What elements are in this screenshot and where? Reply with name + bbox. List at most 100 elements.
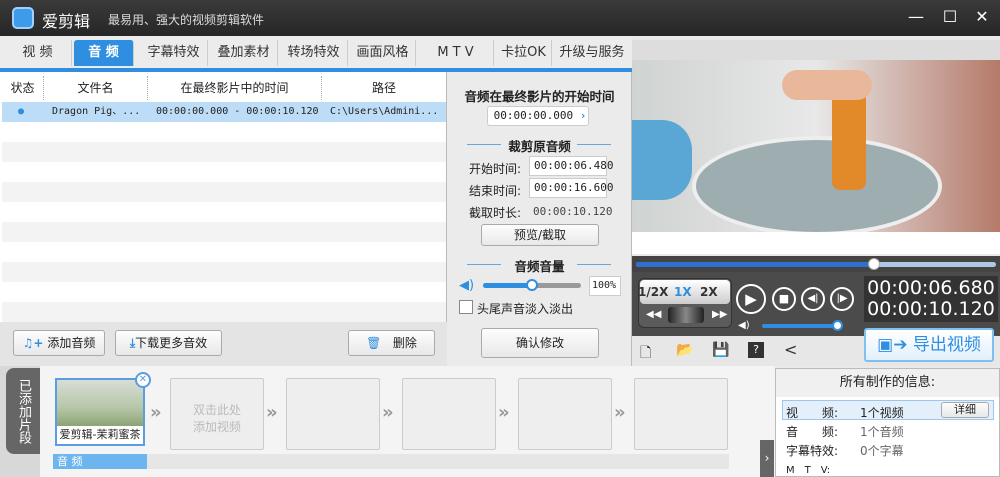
fade-checkbox[interactable] (459, 300, 473, 314)
empty-clip-slot[interactable] (402, 378, 496, 450)
player-volume-slider[interactable] (762, 320, 843, 331)
trim-start-input[interactable]: 00:00:06.480 (529, 156, 613, 176)
clip-name: 爱剪辑-茉莉蜜茶 (59, 428, 141, 441)
music-add-icon: ♫+ (22, 336, 44, 350)
collapse-panel-icon[interactable]: › (760, 440, 774, 477)
fade-label: 头尾声音淡入淡出 (477, 302, 574, 316)
share-icon[interactable]: < (784, 340, 797, 359)
tab-karaoke[interactable]: 卡拉OK (496, 40, 552, 66)
total-time: 00:00:10.120 (867, 298, 995, 320)
duration-label: 截取时长: (469, 206, 522, 220)
video-preview (632, 40, 1000, 254)
video-clip[interactable]: 爱剪辑-茉莉蜜茶 (55, 378, 145, 446)
help-icon[interactable]: ? (748, 342, 764, 358)
tab-video[interactable]: 视 频 (4, 40, 72, 66)
column-filename[interactable]: 文件名 (44, 76, 148, 100)
progress-handle[interactable] (867, 258, 880, 270)
audio-track[interactable] (53, 454, 729, 469)
transition-arrow-icon: » (498, 402, 510, 423)
speaker-icon: ◀) (459, 278, 475, 293)
tab-audio[interactable]: 音 频 (74, 40, 134, 66)
playback-progress-bar[interactable] (632, 256, 1000, 272)
maximize-button[interactable]: ☐ (938, 6, 962, 28)
added-clips-tab[interactable]: 已添加片段 (6, 368, 40, 454)
info-key: M T V: (786, 465, 831, 476)
rewind-icon[interactable]: ◀◀ (646, 309, 661, 320)
player-controls: 1/2X 1X 2X ◀◀ ▶▶ ▶ ■ ◀| |▶ ◀) 00:00:06.6… (632, 272, 1000, 336)
empty-row (2, 262, 446, 282)
audio-track-label[interactable]: 音 频 (53, 454, 147, 469)
open-folder-icon[interactable]: 📂 (676, 342, 693, 358)
app-slogan: 最易用、强大的视频剪辑软件 (108, 13, 265, 27)
app-name: 爱剪辑 (42, 12, 91, 31)
column-path[interactable]: 路径 (322, 76, 446, 100)
download-sounds-button[interactable]: ⤓下载更多音效 (115, 330, 222, 356)
speed-2x[interactable]: 2X (700, 285, 718, 299)
column-status[interactable]: 状态 (2, 76, 44, 100)
empty-clip-slot[interactable] (634, 378, 728, 450)
confirm-button[interactable]: 确认修改 (481, 328, 599, 358)
empty-row (2, 222, 446, 242)
empty-row (2, 302, 446, 322)
stop-button[interactable]: ■ (772, 287, 796, 311)
info-value: 1个音频 (860, 425, 904, 439)
duration-value: 00:00:10.120 (533, 205, 613, 218)
delete-label: 删除 (392, 336, 417, 350)
detail-button[interactable]: 详细 (941, 402, 989, 418)
volume-title: 音频音量 (514, 259, 565, 274)
start-time-input[interactable]: 00:00:00.000 › (487, 106, 589, 126)
info-key: 音 频: (786, 425, 839, 439)
empty-clip-slot[interactable]: 双击此处添加视频 (170, 378, 264, 450)
end-label: 结束时间: (469, 184, 522, 198)
new-project-icon[interactable]: 🗋 (640, 342, 651, 366)
trim-end-input[interactable]: 00:00:16.600 (529, 178, 613, 198)
volume-slider[interactable] (483, 279, 581, 291)
filename-cell: Dragon Pig、... (52, 106, 141, 117)
next-frame-button[interactable]: |▶ (830, 287, 854, 311)
audio-list: 状态 文件名 在最终影片中的时间 路径 ● Dragon Pig、... 00:… (0, 72, 447, 322)
divider (577, 144, 611, 145)
add-audio-button[interactable]: ♫+ 添加音频 (13, 330, 105, 356)
chevron-right-icon[interactable]: › (580, 109, 587, 122)
player-volume-handle[interactable] (832, 320, 843, 331)
close-button[interactable]: ✕ (970, 6, 994, 28)
empty-clip-slot[interactable] (518, 378, 612, 450)
tab-style[interactable]: 画面风格 (350, 40, 416, 66)
preview-trim-button[interactable]: 预览/截取 (481, 224, 599, 246)
remove-clip-icon[interactable]: ✕ (135, 372, 151, 388)
save-icon[interactable]: 💾 (712, 342, 729, 358)
audio-button-bar: ♫+ 添加音频 ⤓下载更多音效 🗑 删除 (0, 322, 447, 366)
transition-arrow-icon: » (266, 402, 278, 423)
speed-half[interactable]: 1/2X (638, 285, 668, 299)
add-video-hint: 双击此处添加视频 (192, 403, 241, 434)
column-time[interactable]: 在最终影片中的时间 (148, 76, 322, 100)
tool-bar: 🗋 📂 💾 ? < ▣➔ 导出视频 (632, 328, 1000, 366)
delete-button[interactable]: 🗑 删除 (348, 330, 435, 356)
play-button[interactable]: ▶ (736, 284, 766, 314)
speed-1x[interactable]: 1X (674, 285, 692, 299)
export-video-button[interactable]: ▣➔ 导出视频 (864, 328, 994, 362)
minimize-button[interactable]: — (904, 6, 928, 28)
prev-frame-button[interactable]: ◀| (801, 287, 825, 311)
add-audio-label: 添加音频 (47, 336, 96, 350)
info-value: 0个字幕 (860, 444, 904, 458)
tab-transitions[interactable]: 转场特效 (280, 40, 348, 66)
divider (577, 264, 611, 265)
export-label: 导出视频 (912, 335, 981, 355)
trim-title: 裁剪原音频 (508, 139, 571, 154)
fast-forward-icon[interactable]: ▶▶ (712, 309, 727, 320)
shuttle-dial[interactable] (668, 307, 704, 323)
tab-upgrade[interactable]: 升级与服务 (554, 40, 630, 66)
tab-subtitles[interactable]: 字幕特效 (140, 40, 208, 66)
info-value: 1个视频 (860, 406, 904, 420)
table-row[interactable]: ● Dragon Pig、... 00:00:00.000 - 00:00:10… (2, 102, 446, 122)
volume-slider-handle[interactable] (526, 279, 538, 291)
tab-bar: 视 频 音 频 字幕特效 叠加素材 转场特效 画面风格 M T V 卡拉OK 升… (0, 36, 632, 68)
volume-value: 100% (589, 276, 621, 296)
tab-overlay[interactable]: 叠加素材 (210, 40, 278, 66)
clip-thumbnail (57, 380, 143, 426)
start-time-value: 00:00:00.000 (493, 109, 574, 122)
tab-mtv[interactable]: M T V (418, 40, 494, 66)
empty-clip-slot[interactable] (286, 378, 380, 450)
download-label: 下载更多音效 (135, 336, 208, 350)
